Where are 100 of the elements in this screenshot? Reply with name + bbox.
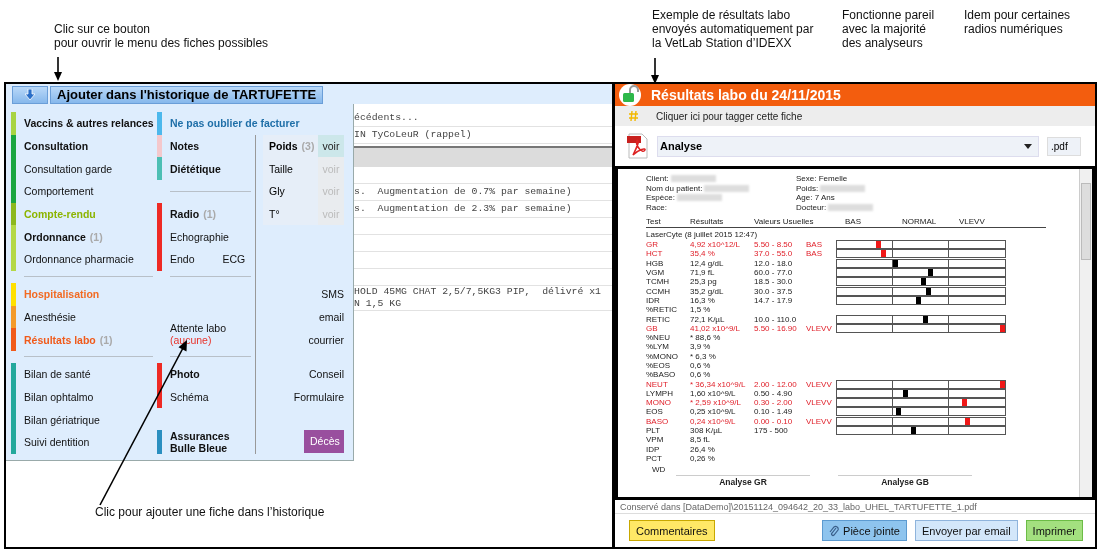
column-header: BAS [844, 217, 862, 226]
padlock-icon [619, 84, 641, 106]
menu-item[interactable]: Comportement [24, 185, 94, 198]
menu-item[interactable]: Assurances Bulle Bleue [170, 429, 255, 454]
column-header: Valeurs Usuelles [754, 217, 815, 226]
measure-label: Gly [268, 185, 286, 198]
table-cell-text: EOS [646, 407, 664, 417]
menu-item[interactable]: Anesthésie [24, 310, 76, 323]
menu-item[interactable]: Ordonnance (1) [24, 230, 103, 243]
view-link[interactable]: voir [318, 134, 344, 158]
info-label: Espèce: [646, 193, 675, 203]
menu-item[interactable]: Ne pas oublier de facturer [170, 117, 300, 130]
document-select[interactable]: Analyse [657, 135, 1039, 157]
status-value: (aucune) [170, 333, 213, 346]
menu-item[interactable]: Bilan ophtalmo [24, 390, 94, 403]
history-text: HOLD 45MG CHAT 2,5/7,5KG3 PIP, délivré x1 [354, 286, 602, 298]
table-cell-text: 72,1 K/µL [690, 314, 725, 324]
add-history-button[interactable]: Ajouter dans l'historique de TARTUFETTE [50, 85, 324, 104]
table-cell-text: %RETIC [646, 305, 679, 315]
menu-item[interactable]: Bilan de santé [24, 368, 91, 381]
menu-item[interactable]: Vaccins & autres relances [24, 117, 154, 130]
table-cell-text: 16,3 % [690, 295, 715, 305]
menu-item[interactable]: courrier [308, 333, 344, 346]
annotation-text: Clic pour ajouter une fiche dans l’historique [95, 504, 326, 519]
table-cell-text: BAS [806, 249, 823, 259]
table-cell-text: 37.0 - 55.0 [754, 249, 794, 259]
table-cell-text: 0.30 - 2.00 [754, 398, 794, 408]
table-cell-text: * 2,59 x10^9/L [690, 398, 742, 408]
menu-item[interactable]: Endo [170, 253, 195, 266]
table-cell-text: RETIC [646, 314, 671, 324]
status-label: Attente labo [170, 321, 228, 334]
comment-button[interactable]: Commentaires [629, 520, 715, 541]
menu-item[interactable]: ECG [222, 253, 246, 266]
table-cell-text: %EOS [646, 361, 671, 370]
attach-button[interactable]: Pièce jointe [822, 520, 907, 541]
extension-field[interactable]: .pdf [1047, 136, 1081, 156]
info-label: Docteur: [796, 202, 827, 212]
table-cell-text: NEUT [646, 379, 669, 389]
menu-item[interactable]: Radio (1) [170, 208, 216, 221]
print-button[interactable]: Imprimer [1025, 520, 1083, 541]
menu-item[interactable]: Schéma [170, 390, 209, 403]
menu-item[interactable]: email [318, 310, 344, 323]
menu-item[interactable]: Ordonnance pharmacie [24, 253, 134, 266]
table-cell-text: CCMH [646, 286, 671, 296]
history-text: N 1,5 KG [354, 298, 403, 310]
table-cell-text: 308 K/µL [690, 426, 724, 436]
table-cell-text: PLT [646, 426, 662, 436]
pointer-arrow [54, 56, 62, 81]
table-cell-text: VLEVV [806, 323, 833, 333]
measure-label: T° [268, 208, 281, 221]
table-cell-text: VPM [646, 435, 665, 445]
table-cell-text: 41,02 x10^9/L [690, 323, 741, 333]
menu-item[interactable]: Conseil [308, 368, 344, 381]
menu-item[interactable]: Diététique [170, 162, 221, 175]
table-cell-text: VLEVV [806, 416, 833, 426]
menu-item[interactable]: Consultation [24, 140, 89, 153]
menu-item[interactable]: Consultation garde [24, 162, 113, 175]
info-label: Race: [646, 202, 667, 212]
menu-item[interactable]: Notes [170, 140, 200, 153]
menu-item[interactable]: SMS [321, 288, 344, 301]
table-cell-text: %BASO [646, 370, 677, 380]
menu-item[interactable]: Suivi dentition [24, 436, 90, 449]
table-cell-text: * 88,6 % [690, 333, 722, 343]
table-cell-text: %MONO [646, 351, 679, 361]
table-cell-text: BAS [806, 240, 823, 250]
table-cell-text: 1,5 % [690, 305, 712, 315]
table-cell-text: 10.0 - 110.0 [754, 314, 798, 324]
table-cell-text: 18.5 - 30.0 [754, 277, 794, 287]
info-label: Nom du patient: [646, 183, 703, 193]
table-cell-text: TCMH [646, 277, 671, 287]
info-label: Age: 7 Ans [796, 193, 835, 203]
scrollbar[interactable] [1079, 169, 1092, 497]
table-cell-text: 0,24 x10^9/L [690, 416, 737, 426]
menu-item[interactable]: Formulaire [293, 390, 344, 403]
table-cell-text: LYMPH [646, 388, 674, 398]
file-path: Conservé dans [DataDemo]\20151124_094642_20_33_labo_UHEL_TARTUFETTE_1.pdf [615, 500, 1095, 514]
table-cell-text: 0,26 % [690, 453, 716, 463]
menu-item[interactable]: Echographie [170, 230, 229, 243]
table-cell-text: 0.10 - 1.49 [754, 407, 794, 417]
menu-item[interactable]: Photo [170, 368, 200, 381]
redacted-field [828, 203, 874, 211]
tag-link[interactable]: Cliquer ici pour tagger cette fiche [656, 110, 803, 122]
menu-item[interactable]: Bilan gériatrique [24, 413, 100, 426]
table-cell-text: 35,4 % [690, 249, 716, 259]
table-cell-text: * 6,3 % [690, 351, 717, 361]
table-cell-text: 5.50 - 8.50 [754, 240, 794, 250]
history-text: IN TyCoLeuR (rappel) [354, 129, 473, 141]
death-button[interactable]: Décès [304, 429, 344, 453]
table-cell-text: 71,9 fL [690, 268, 716, 278]
chart-title: Analyse GB [838, 475, 972, 488]
table-cell-text: VLEVV [806, 398, 833, 408]
email-button[interactable]: Envoyer par email [914, 520, 1018, 541]
table-cell-text: 30.0 - 37.5 [754, 286, 794, 296]
history-text: s. Augmentation de 2.3% par semaine) [354, 203, 573, 215]
dropdown-button[interactable] [12, 85, 48, 104]
table-cell-text: 25,3 pg [690, 277, 718, 287]
record-title: Résultats labo du 24/11/2015 [651, 87, 841, 103]
table-cell-text: 26,4 % [690, 444, 716, 454]
history-text: s. Augmentation de 0.7% par semaine) [354, 186, 573, 198]
paperclip-icon [829, 524, 840, 537]
